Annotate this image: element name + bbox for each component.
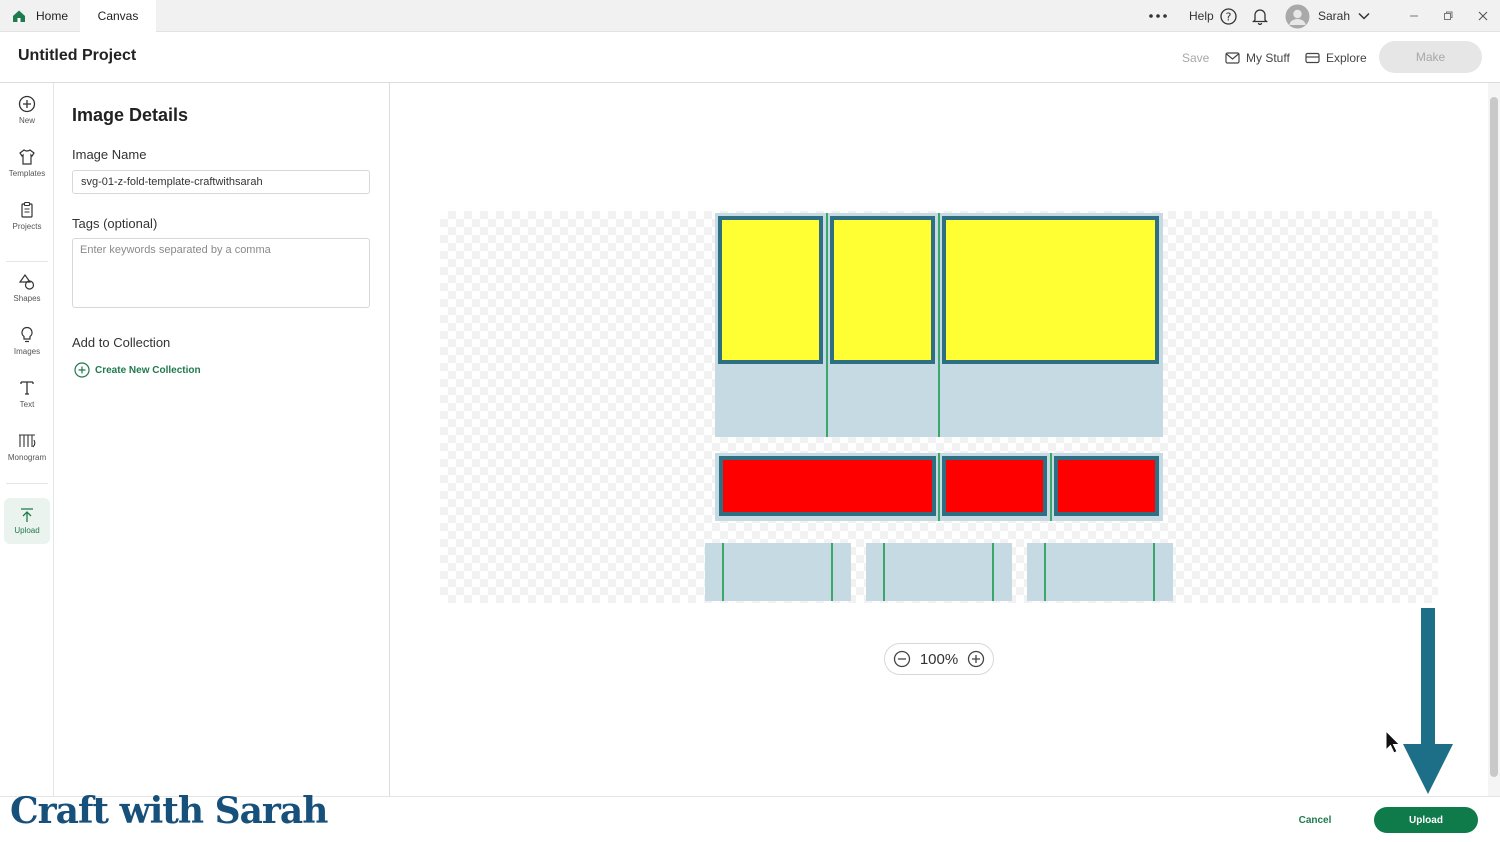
rail-item-label: Upload xyxy=(14,526,40,535)
arrow-down-annotation-icon xyxy=(1403,608,1453,794)
save-button[interactable]: Save xyxy=(1182,32,1209,83)
tags-input[interactable] xyxy=(72,238,370,308)
rail-item-new[interactable]: New xyxy=(4,87,50,133)
rail-item-text[interactable]: Text xyxy=(4,371,50,417)
envelope-icon xyxy=(1225,51,1240,64)
restore-icon xyxy=(1444,11,1453,20)
craft-with-sarah-logo: Craft with Sarah xyxy=(10,790,328,832)
rail-item-label: New xyxy=(18,116,35,125)
notifications-button[interactable] xyxy=(1252,0,1268,32)
my-stuff-label: My Stuff xyxy=(1246,50,1290,65)
shirt-icon xyxy=(19,149,35,165)
rail-item-label: Projects xyxy=(12,222,42,231)
explore-icon xyxy=(1305,52,1320,63)
zoom-out-icon[interactable] xyxy=(893,650,911,668)
close-icon xyxy=(1478,11,1488,21)
zoom-level: 100% xyxy=(919,650,959,668)
clipboard-icon xyxy=(21,201,33,218)
my-stuff-button[interactable]: My Stuff xyxy=(1225,32,1290,83)
left-toolbar: New Templates Projects Shapes Images Tex… xyxy=(0,83,54,796)
image-preview-area: 100% xyxy=(390,83,1488,796)
tab-home[interactable]: Home xyxy=(0,0,80,32)
upload-button[interactable]: Upload xyxy=(1374,807,1478,833)
rail-item-projects[interactable]: Projects xyxy=(4,193,50,239)
monogram-icon xyxy=(19,434,36,448)
lightbulb-icon xyxy=(21,326,33,343)
rail-item-label: Images xyxy=(13,347,41,356)
image-details-panel: Image Details Image Name Tags (optional)… xyxy=(54,83,390,796)
project-title[interactable]: Untitled Project xyxy=(18,47,136,65)
rail-item-label: Shapes xyxy=(13,294,41,303)
rail-divider xyxy=(6,483,48,484)
minimize-icon xyxy=(1410,15,1418,17)
minimize-button[interactable] xyxy=(1408,0,1420,32)
make-button[interactable]: Make xyxy=(1379,41,1482,73)
upload-icon xyxy=(21,508,33,522)
more-dots-icon xyxy=(1149,14,1167,18)
more-options-button[interactable] xyxy=(1148,0,1168,32)
svg-text:?: ? xyxy=(1225,10,1231,23)
maximize-button[interactable] xyxy=(1442,0,1454,32)
explore-button[interactable]: Explore xyxy=(1305,32,1367,83)
tab-canvas[interactable]: Canvas xyxy=(80,0,156,32)
zoom-in-icon[interactable] xyxy=(967,650,985,668)
plus-circle-icon xyxy=(18,95,36,113)
add-to-collection-label: Add to Collection xyxy=(72,335,171,350)
explore-label: Explore xyxy=(1326,50,1367,65)
tags-label: Tags (optional) xyxy=(72,216,158,231)
template-preview-image xyxy=(705,213,1173,601)
app-titlebar: Home Canvas Help ? Sarah xyxy=(0,0,1500,32)
rail-item-label: Text xyxy=(19,400,35,409)
vertical-scrollbar[interactable] xyxy=(1488,83,1500,796)
tab-home-label: Home xyxy=(36,9,69,23)
help-icon: ? xyxy=(1220,7,1237,25)
panel-title: Image Details xyxy=(72,105,189,125)
home-icon xyxy=(13,10,25,22)
image-name-label: Image Name xyxy=(72,147,147,162)
cancel-button[interactable]: Cancel xyxy=(1290,810,1340,830)
chevron-down-icon xyxy=(1358,12,1370,20)
rail-item-upload[interactable]: Upload xyxy=(4,498,50,544)
tab-canvas-label: Canvas xyxy=(97,9,139,23)
close-window-button[interactable] xyxy=(1477,0,1489,32)
user-name: Sarah xyxy=(1318,9,1351,23)
user-menu[interactable]: Sarah xyxy=(1285,0,1370,32)
create-new-collection-button[interactable]: Create New Collection xyxy=(74,362,201,378)
help-button[interactable]: Help ? xyxy=(1189,0,1237,32)
scrollbar-thumb[interactable] xyxy=(1490,97,1498,777)
create-new-collection-label: Create New Collection xyxy=(95,364,201,376)
zoom-control: 100% xyxy=(884,643,994,675)
rail-item-templates[interactable]: Templates xyxy=(4,140,50,186)
image-name-input[interactable] xyxy=(72,170,370,194)
project-header: Untitled Project Save My Stuff Explore M… xyxy=(0,32,1500,83)
avatar xyxy=(1285,4,1310,28)
rail-item-label: Monogram xyxy=(7,453,47,462)
plus-circle-icon xyxy=(74,362,90,378)
rail-item-monogram[interactable]: Monogram xyxy=(4,424,50,470)
text-icon xyxy=(20,381,34,395)
rail-item-shapes[interactable]: Shapes xyxy=(4,265,50,311)
bell-icon xyxy=(1252,8,1268,25)
help-label: Help xyxy=(1189,9,1214,23)
rail-item-images[interactable]: Images xyxy=(4,318,50,364)
rail-divider xyxy=(6,261,48,262)
mouse-cursor-icon xyxy=(1385,730,1401,754)
shapes-icon xyxy=(18,273,35,290)
rail-item-label: Templates xyxy=(8,169,46,178)
